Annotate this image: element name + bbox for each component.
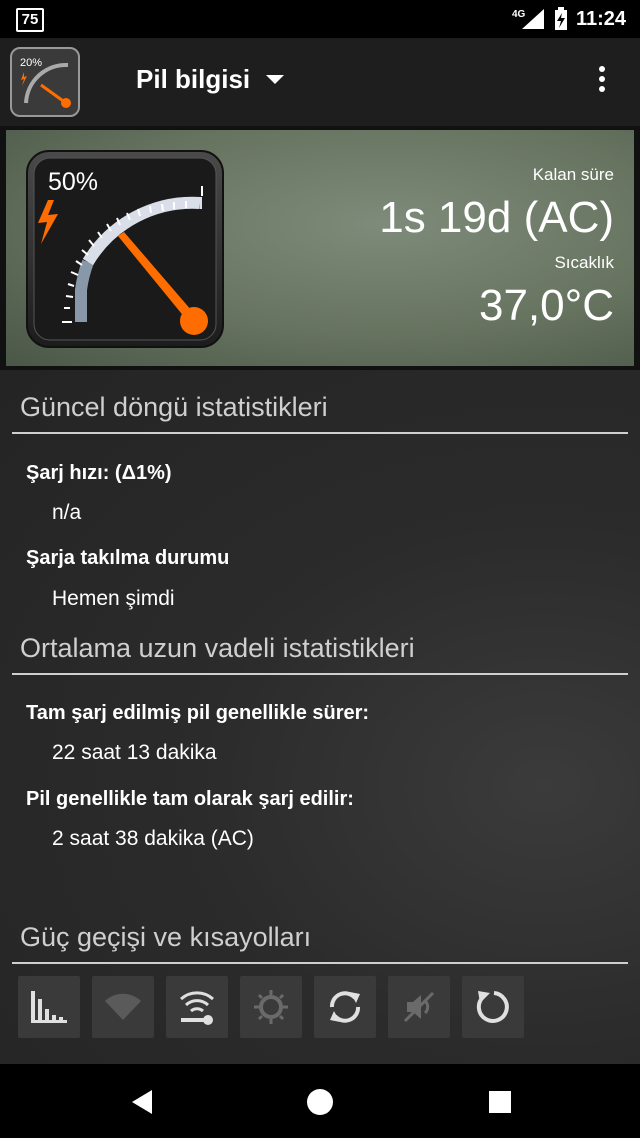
full-charge-time-label: Pil genellikle tam olarak şarj edilir: [26,788,354,810]
battery-gauge-widget[interactable]: 50% [26,150,224,348]
wifi-toggle-button[interactable] [92,976,154,1038]
signal-icon: 4G [512,9,544,29]
wifi-settings-icon [180,991,214,1025]
back-icon [132,1090,152,1114]
clock: 11:24 [575,7,626,30]
temperature-value: 37,0°C [478,281,614,330]
section-title-current: Güncel döngü istatistikleri [20,392,328,422]
wifi-icon [105,993,141,1020]
back-button[interactable] [124,1084,160,1120]
app-icon-percent: 20% [20,57,42,69]
chart-icon [31,991,67,1023]
refresh-icon [476,991,509,1023]
navigation-bar [0,1064,640,1138]
divider [12,962,628,964]
home-icon [307,1089,333,1115]
divider [12,432,628,434]
full-charge-lasts-value: 22 saat 13 dakika [52,741,217,764]
plugged-state-label: Şarja takılma durumu [26,547,230,569]
network-type: 4G [512,9,526,20]
gauge-percent-label: 50% [48,168,99,196]
charge-rate-label: Şarj hızı: (Δ1%) [26,462,172,484]
wifi-settings-button[interactable] [166,976,228,1038]
status-bar: 75 4G 11:24 [0,0,640,38]
full-charge-lasts-label: Tam şarj edilmiş pil genellikle sürer: [26,702,370,724]
mute-icon [403,991,435,1023]
section-title-shortcuts: Güç geçişi ve kısayolları [20,922,312,952]
home-button[interactable] [302,1084,338,1120]
recents-icon [489,1091,511,1113]
dot-icon [599,66,605,72]
remaining-time-label: Kalan süre [532,165,614,184]
sync-toggle-button[interactable] [314,976,376,1038]
charge-rate-value: n/a [52,501,82,524]
shortcut-bar [18,976,524,1038]
app-logo[interactable]: 20% [10,47,80,117]
dropdown-arrow-icon [266,74,285,84]
overflow-menu-button[interactable] [590,66,614,98]
auto-rotate-button[interactable] [462,976,524,1038]
divider [12,673,628,675]
brightness-icon [254,990,288,1024]
section-title-average: Ortalama uzun vadeli istatistikleri [20,633,415,663]
brightness-button[interactable] [240,976,302,1038]
usage-chart-button[interactable] [18,976,80,1038]
recents-button[interactable] [482,1084,518,1120]
full-charge-time-value: 2 saat 38 dakika (AC) [52,827,254,850]
gauge-icon: 20% [20,57,71,108]
sync-icon [330,991,360,1023]
status-icons: 4G 11:24 [512,6,626,32]
page-title: Pil bilgisi [136,64,251,94]
remaining-time-value: 1s 19d (AC) [379,193,614,242]
app-toolbar: 20% Pil bilgisi [0,38,640,126]
battery-charging-icon [554,7,567,30]
dot-icon [599,76,605,82]
temperature-label: Sıcaklık [554,253,614,272]
sound-toggle-button[interactable] [388,976,450,1038]
title-dropdown[interactable]: Pil bilgisi [136,64,285,95]
plugged-state-value: Hemen şimdi [52,587,175,610]
dot-icon [599,86,605,92]
stats-content: Güncel döngü istatistikleri Şarj hızı: (… [0,370,640,1064]
notification-badge: 75 [16,8,44,32]
